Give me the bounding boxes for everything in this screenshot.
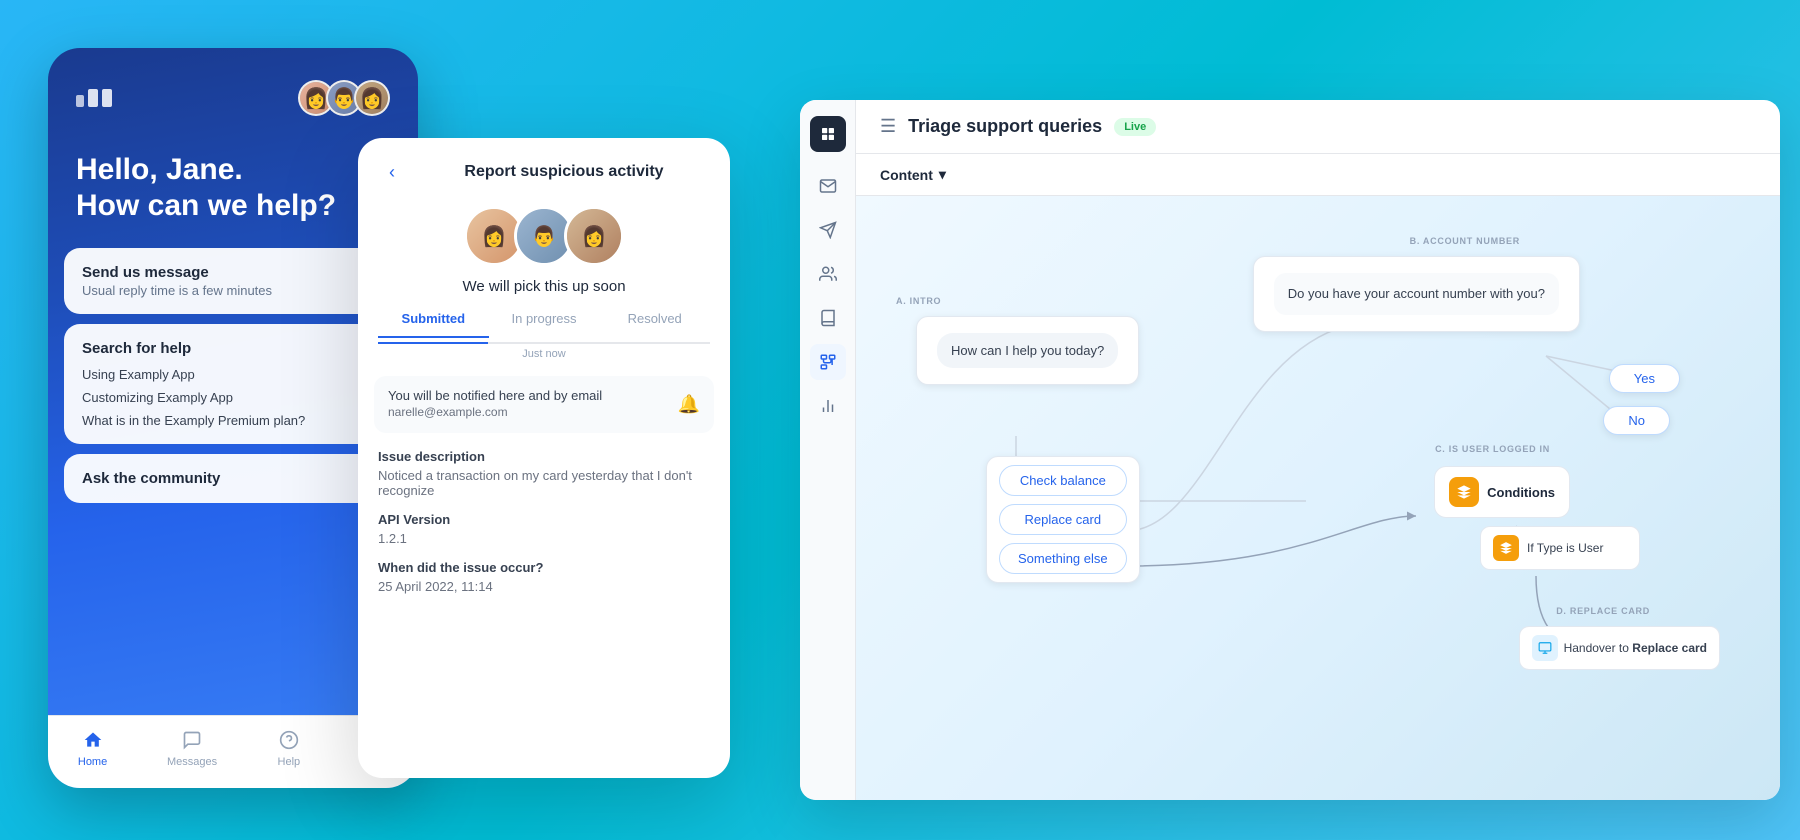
intro-message: How can I help you today? xyxy=(951,343,1104,358)
intro-node: How can I help you today? xyxy=(916,316,1139,385)
dialog-title: Report suspicious activity xyxy=(418,163,710,181)
yes-button[interactable]: Yes xyxy=(1609,364,1680,393)
notif-email: narelle@example.com xyxy=(388,405,508,419)
send-message-card[interactable]: Send us message Usual reply time is a fe… xyxy=(64,248,402,314)
notification-box: You will be notified here and by email n… xyxy=(374,376,714,433)
handover-icon xyxy=(1532,635,1558,661)
community-card[interactable]: Ask the community xyxy=(64,454,402,503)
progress-tabs: Submitted In progress Resolved xyxy=(358,311,730,338)
nav-help-label: Help xyxy=(278,756,301,768)
issue-label: Issue description xyxy=(378,449,710,464)
tab-in-progress[interactable]: In progress xyxy=(489,311,600,338)
handover-label: Handover to Replace card xyxy=(1564,641,1707,655)
issue-section: Issue description Noticed a transaction … xyxy=(358,449,730,594)
when-value: 25 April 2022, 11:14 xyxy=(378,579,710,594)
no-button[interactable]: No xyxy=(1603,406,1670,435)
if-user-label: If Type is User xyxy=(1527,541,1603,555)
community-title: Ask the community xyxy=(82,470,384,487)
agent-avatars-row: 👩 👨 👩 xyxy=(358,186,730,278)
search-link-3[interactable]: What is in the Examply Premium plan? xyxy=(82,413,384,428)
account-bubble: Do you have your account number with you… xyxy=(1274,273,1559,315)
agent-avatar-3: 👩 xyxy=(564,206,624,266)
triage-logo xyxy=(810,116,846,152)
conditions-node: Conditions xyxy=(1434,466,1570,518)
agent-avatar-group: 👩 👨 👩 xyxy=(298,80,390,116)
messages-icon xyxy=(180,728,204,752)
tab-resolved[interactable]: Resolved xyxy=(599,311,710,338)
bell-icon: 🔔 xyxy=(678,394,700,415)
triage-title: Triage support queries xyxy=(908,116,1102,137)
sidebar-send-icon[interactable] xyxy=(810,212,846,248)
triage-header: ☰ Triage support queries Live xyxy=(856,100,1780,154)
sidebar-flow-icon[interactable] xyxy=(810,344,846,380)
nav-messages[interactable]: Messages xyxy=(167,728,217,768)
report-dialog: ‹ Report suspicious activity 👩 👨 👩 We wi… xyxy=(358,138,730,778)
app-logo xyxy=(76,89,112,107)
content-label: Content xyxy=(880,167,933,183)
live-badge: Live xyxy=(1114,118,1156,136)
tab-submitted[interactable]: Submitted xyxy=(378,311,489,338)
nav-home[interactable]: Home xyxy=(78,728,107,768)
search-link-1[interactable]: Using Examply App xyxy=(82,367,384,382)
issue-text: Noticed a transaction on my card yesterd… xyxy=(378,468,710,498)
send-message-title: Send us message xyxy=(82,264,384,281)
triage-canvas: A. INTRO How can I help you today? Check… xyxy=(856,196,1780,800)
triage-toolbar: Content ▾ xyxy=(856,154,1780,196)
nav-help[interactable]: Help xyxy=(277,728,301,768)
account-node: Do you have your account number with you… xyxy=(1253,256,1580,332)
search-links: Using Examply App Customizing Examply Ap… xyxy=(82,367,384,428)
search-help-card: Search for help Using Examply App Custom… xyxy=(64,324,402,444)
account-message: Do you have your account number with you… xyxy=(1288,286,1545,301)
chevron-down-icon: ▾ xyxy=(939,166,946,183)
avatar-3: 👩 xyxy=(354,80,390,116)
handover-target: Replace card xyxy=(1632,641,1707,655)
option-check-balance[interactable]: Check balance xyxy=(999,465,1127,496)
section-d-label: D. REPLACE CARD xyxy=(1556,606,1650,616)
notification-text: You will be notified here and by email n… xyxy=(388,388,602,421)
section-a-label: A. INTRO xyxy=(896,296,941,306)
send-message-subtitle: Usual reply time is a few minutes xyxy=(82,283,384,298)
back-button[interactable]: ‹ xyxy=(378,158,406,186)
nav-messages-label: Messages xyxy=(167,756,217,768)
greeting-subtext: How can we help? xyxy=(76,188,390,224)
mobile-header: 👩 👨 👩 xyxy=(48,48,418,136)
progress-track xyxy=(378,342,710,344)
nav-home-label: Home xyxy=(78,756,107,768)
greeting-text: Hello, Jane. xyxy=(76,152,390,188)
content-button[interactable]: Content ▾ xyxy=(880,166,1756,183)
option-replace-card[interactable]: Replace card xyxy=(999,504,1127,535)
hamburger-menu[interactable]: ☰ xyxy=(880,116,896,137)
notif-line1: You will be notified here and by email xyxy=(388,388,602,403)
section-c-label: C. IS USER LOGGED IN xyxy=(1435,444,1550,454)
triage-main: ☰ Triage support queries Live Content ▾ xyxy=(856,100,1780,800)
options-node: Check balance Replace card Something els… xyxy=(986,456,1140,583)
sidebar-inbox-icon[interactable] xyxy=(810,168,846,204)
sidebar-book-icon[interactable] xyxy=(810,300,846,336)
submitted-time: Just now xyxy=(358,348,730,360)
sidebar-chart-icon[interactable] xyxy=(810,388,846,424)
home-icon xyxy=(81,728,105,752)
if-user-node: If Type is User xyxy=(1480,526,1640,570)
intro-bubble: How can I help you today? xyxy=(937,333,1118,368)
option-something-else[interactable]: Something else xyxy=(999,543,1127,574)
sidebar-people-icon[interactable] xyxy=(810,256,846,292)
pickup-text: We will pick this up soon xyxy=(358,278,730,295)
when-label: When did the issue occur? xyxy=(378,560,710,575)
search-link-2[interactable]: Customizing Examply App xyxy=(82,390,384,405)
handover-node: Handover to Replace card xyxy=(1519,626,1720,670)
conditions-icon xyxy=(1449,477,1479,507)
search-title: Search for help xyxy=(82,340,384,357)
conditions-label: Conditions xyxy=(1487,485,1555,500)
api-label: API Version xyxy=(378,512,710,527)
section-b-label: B. ACCOUNT NUMBER xyxy=(1410,236,1520,246)
dialog-header: ‹ Report suspicious activity xyxy=(358,138,730,186)
help-icon xyxy=(277,728,301,752)
if-user-icon xyxy=(1493,535,1519,561)
triage-sidebar xyxy=(800,100,856,800)
api-value: 1.2.1 xyxy=(378,531,710,546)
triage-panel: ☰ Triage support queries Live Content ▾ xyxy=(800,100,1780,800)
